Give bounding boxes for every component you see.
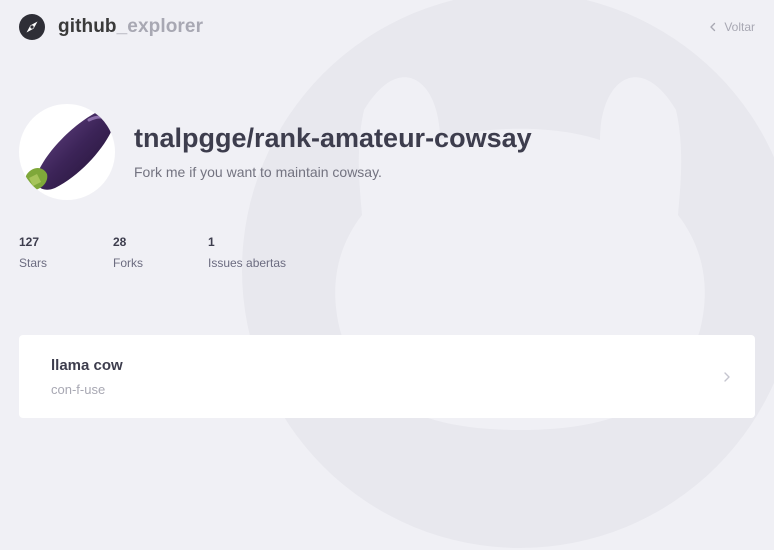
brand-name-secondary: _explorer bbox=[116, 16, 204, 37]
issue-title: llama cow bbox=[51, 356, 123, 374]
repository-stats: 127 Stars 28 Forks 1 Issues abertas bbox=[19, 235, 286, 270]
repository-info: tnalpgge/rank-amateur-cowsay Fork me if … bbox=[134, 123, 532, 180]
stat-value: 1 bbox=[208, 235, 215, 249]
stat-open-issues: 1 Issues abertas bbox=[208, 235, 286, 270]
issue-author: con-f-use bbox=[51, 381, 106, 397]
page: github_explorer Voltar tnalpgge/rank-ama… bbox=[0, 0, 774, 502]
stat-label: Forks bbox=[113, 256, 143, 270]
brand-logo[interactable]: github_explorer bbox=[19, 14, 203, 40]
brand-name-primary: github bbox=[58, 16, 117, 37]
issue-info: llama cow con-f-use bbox=[51, 357, 123, 397]
stat-forks: 28 Forks bbox=[113, 235, 208, 270]
compass-icon bbox=[19, 14, 45, 40]
header: github_explorer Voltar bbox=[19, 13, 755, 41]
brand-name: github_explorer bbox=[58, 16, 203, 38]
back-link-label: Voltar bbox=[724, 20, 755, 34]
issue-list-item[interactable]: llama cow con-f-use bbox=[19, 335, 755, 418]
stat-value: 28 bbox=[113, 235, 127, 249]
back-link[interactable]: Voltar bbox=[708, 20, 755, 34]
repository-name: tnalpgge/rank-amateur-cowsay bbox=[134, 123, 532, 154]
stat-stars: 127 Stars bbox=[19, 235, 113, 270]
repository-header: tnalpgge/rank-amateur-cowsay Fork me if … bbox=[19, 104, 532, 200]
stat-value: 127 bbox=[19, 235, 40, 249]
repository-description: Fork me if you want to maintain cowsay. bbox=[134, 163, 382, 180]
eggplant-avatar-icon bbox=[25, 111, 114, 190]
repository-avatar bbox=[19, 104, 115, 200]
stat-label: Issues abertas bbox=[208, 256, 287, 270]
chevron-left-icon bbox=[710, 22, 716, 32]
chevron-right-icon bbox=[724, 371, 730, 382]
stat-label: Stars bbox=[19, 256, 48, 270]
